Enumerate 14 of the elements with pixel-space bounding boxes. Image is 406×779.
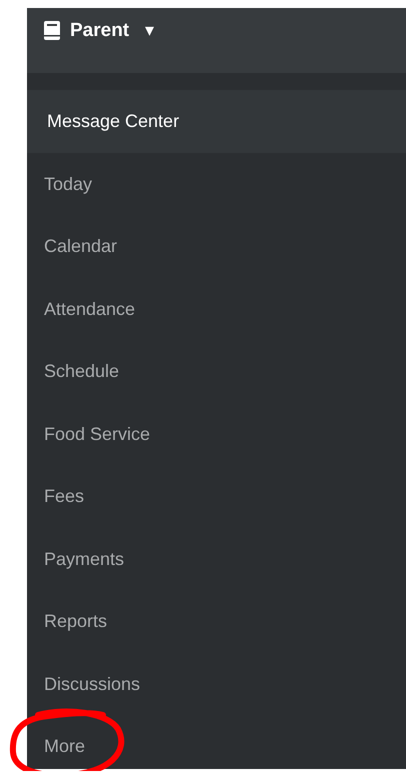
book-icon bbox=[44, 21, 60, 40]
sidebar-item[interactable]: Schedule bbox=[44, 360, 120, 382]
role-title: Parent bbox=[70, 21, 130, 41]
sidebar-item[interactable]: Message Center bbox=[47, 110, 180, 132]
sidebar-item[interactable]: Reports bbox=[44, 610, 108, 632]
sidebar-item[interactable]: Food Service bbox=[44, 422, 150, 445]
sidebar-item[interactable]: Fees bbox=[44, 485, 84, 508]
sidebar-item[interactable]: Discussions bbox=[44, 672, 140, 695]
sidebar-item[interactable]: Attendance bbox=[44, 298, 136, 320]
sidebar-item[interactable]: Today bbox=[44, 172, 92, 195]
sidebar-item[interactable]: Payments bbox=[44, 548, 124, 570]
dropdown-caret[interactable]: ▾ bbox=[145, 21, 154, 39]
sidebar-item[interactable]: More bbox=[44, 735, 86, 758]
sidebar-item[interactable]: Calendar bbox=[44, 235, 118, 258]
